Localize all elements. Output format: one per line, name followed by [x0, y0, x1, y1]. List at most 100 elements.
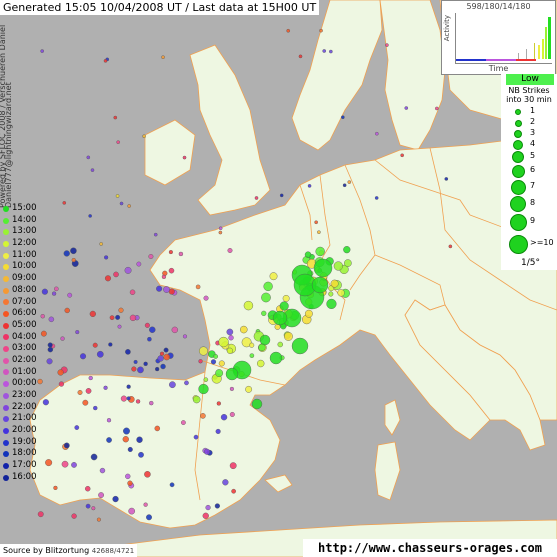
- legend-size-label: 8: [530, 198, 536, 207]
- activity-bar-morning: [516, 59, 536, 61]
- time-color-dot: [3, 369, 9, 376]
- time-scale-row: 15:00: [0, 203, 42, 215]
- legend-size-dot: [514, 119, 522, 127]
- lightning-map[interactable]: Generated 15:05 10/04/2008 UT / Last dat…: [0, 0, 557, 557]
- strike-marker: [129, 314, 137, 322]
- strike-marker: [226, 347, 233, 354]
- legend-size-item: 8: [501, 196, 557, 215]
- time-label: 12:00: [12, 238, 37, 249]
- legend-size-label: 1: [530, 106, 536, 115]
- legend-size-dot: [515, 109, 521, 115]
- time-scale-row: 11:00: [0, 250, 42, 262]
- time-label: 19:00: [12, 436, 37, 447]
- strike-marker: [46, 358, 53, 365]
- time-color-dot: [3, 474, 9, 481]
- strike-marker: [86, 155, 91, 160]
- strike-marker: [210, 359, 217, 365]
- strike-marker: [157, 355, 164, 362]
- strike-marker: [125, 349, 131, 355]
- strike-marker: [123, 427, 130, 435]
- strike-marker: [228, 335, 234, 341]
- time-color-scale: 15:00 14:00 13:00 12:00 11:00 10:00 09:00 08:00…: [0, 203, 42, 484]
- strike-marker: [126, 396, 131, 401]
- strike-marker: [374, 196, 379, 200]
- strike-marker: [37, 511, 44, 518]
- strike-marker: [64, 307, 70, 314]
- strike-marker: [322, 49, 327, 53]
- time-color-dot: [3, 264, 9, 271]
- time-scale-row: 12:00: [0, 238, 42, 250]
- strike-marker: [169, 482, 175, 488]
- strike-marker: [163, 353, 170, 361]
- strike-marker: [127, 204, 131, 208]
- legend-size-dot: [509, 213, 527, 231]
- strike-marker: [96, 517, 101, 522]
- time-color-dot: [3, 346, 9, 353]
- strike-marker: [286, 28, 291, 33]
- strike-marker: [385, 43, 389, 47]
- time-label: 00:00: [12, 378, 37, 389]
- legend-size-label: 7: [530, 181, 536, 190]
- strike-marker: [148, 254, 154, 259]
- activity-xlabel: Time: [488, 64, 509, 73]
- strike-marker: [74, 425, 80, 430]
- time-scale-row: 17:00: [0, 460, 42, 472]
- strike-marker: [326, 298, 337, 309]
- strike-marker: [75, 330, 80, 335]
- strike-marker: [163, 347, 169, 353]
- time-color-dot: [3, 439, 9, 446]
- time-color-dot: [3, 334, 9, 341]
- strike-marker: [277, 341, 283, 348]
- strike-marker: [144, 322, 150, 328]
- strike-marker: [143, 361, 148, 367]
- strike-marker: [91, 506, 96, 511]
- strike-marker: [57, 369, 64, 376]
- time-color-dot: [3, 240, 9, 247]
- strike-marker: [216, 401, 221, 406]
- strike-marker: [63, 442, 70, 449]
- strike-marker: [205, 504, 211, 511]
- strike-marker: [60, 336, 65, 341]
- strike-marker: [192, 395, 201, 404]
- strike-marker: [108, 342, 113, 347]
- time-label: 05:00: [12, 319, 37, 330]
- strike-marker: [153, 232, 158, 237]
- strike-marker: [40, 49, 44, 53]
- strike-marker: [214, 503, 220, 509]
- strike-marker: [400, 153, 404, 158]
- time-color-dot: [3, 416, 9, 423]
- strike-marker: [88, 214, 92, 218]
- strike-marker: [67, 292, 73, 298]
- activity-tick-a: [518, 53, 519, 59]
- time-label: 08:00: [12, 284, 37, 295]
- corsica: [384, 399, 401, 436]
- time-scale-row: 21:00: [0, 413, 42, 425]
- legend-size-label: 4: [530, 139, 536, 148]
- time-label: 16:00: [12, 471, 37, 482]
- strike-marker: [435, 106, 439, 111]
- activity-level-badge: Low: [506, 74, 554, 85]
- legend-size-label: 2: [530, 117, 536, 126]
- strike-marker: [215, 428, 221, 434]
- time-label: 10:00: [12, 261, 37, 272]
- legend-size-label: >=10: [530, 238, 554, 247]
- strike-marker: [251, 398, 263, 410]
- strike-marker: [93, 405, 98, 411]
- strike-marker: [279, 301, 289, 311]
- strike-marker: [85, 388, 92, 394]
- strike-marker: [178, 251, 184, 257]
- strike-marker: [120, 395, 127, 402]
- strike-marker: [61, 460, 69, 468]
- time-label: 15:00: [12, 203, 37, 213]
- strike-marker: [51, 291, 57, 296]
- time-color-dot: [3, 381, 9, 388]
- strike-marker: [161, 274, 167, 279]
- site-url-link[interactable]: http://www.chasseurs-orages.com: [303, 539, 557, 557]
- time-scale-row: 02:00: [0, 355, 42, 367]
- strike-marker: [169, 381, 176, 389]
- strike-marker: [184, 380, 189, 386]
- time-scale-row: 18:00: [0, 448, 42, 460]
- strike-marker: [298, 54, 303, 59]
- generated-header: Generated 15:05 10/04/2008 UT / Last dat…: [0, 0, 320, 15]
- strike-marker: [218, 336, 229, 348]
